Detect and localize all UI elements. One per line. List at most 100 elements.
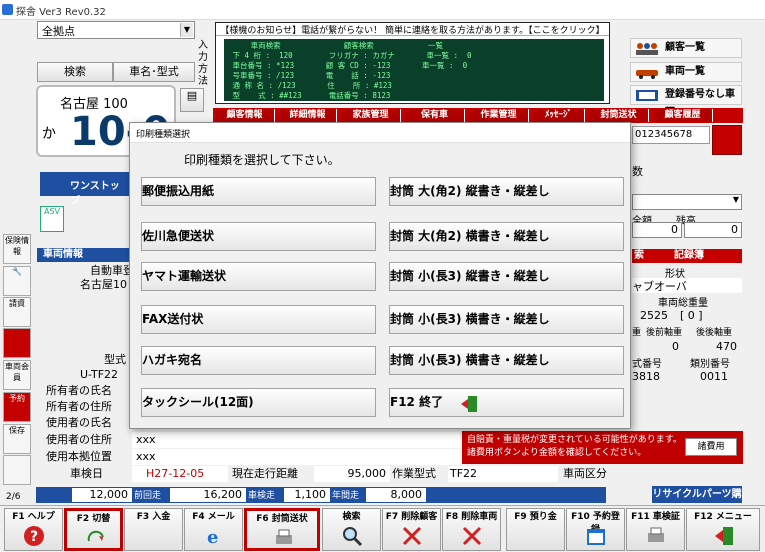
customer-list-label: 顧客一覧 [665, 42, 705, 53]
status-label-3: 車検走 [248, 491, 276, 501]
branch-select-value: 全拠点 [42, 25, 75, 38]
billing-icon[interactable]: 請資 [3, 297, 31, 327]
search-button[interactable]: 検索 [37, 62, 113, 82]
wrench-icon[interactable]: 🔧 [3, 266, 31, 296]
gross-weight-bracket: [ 0 ] [680, 309, 703, 322]
owner-address-label: 所有者の住所 [46, 400, 112, 413]
chevron-down-icon: ▼ [180, 23, 193, 37]
reservation-icon[interactable]: 予約 [3, 392, 31, 422]
tab-customer-history[interactable]: 顧客履歴 [653, 109, 713, 122]
base-location-value[interactable]: xxx [132, 449, 460, 465]
f6-envelope-button[interactable]: F6 封筒送状 [244, 508, 320, 551]
base-location-label: 使用本拠位置 [46, 450, 112, 463]
vehicle-list-button[interactable]: 車両一覧 [630, 62, 742, 82]
tab-work[interactable]: 作業管理 [469, 109, 529, 122]
yamato-slip-button[interactable]: ヤマト運輸送状 [141, 262, 376, 291]
fax-cover-button[interactable]: FAX送付状 [141, 305, 376, 334]
notice-header[interactable]: 【様機のお知らせ】電話が繋がらない！ 簡単に連絡を取る方法があります。【ここをク… [216, 23, 609, 36]
fees-button[interactable]: 諸費用 [685, 438, 737, 456]
carname-button[interactable]: 車名･型式 [113, 62, 195, 82]
rear-front-axle-label: 後前軸重 [646, 328, 683, 338]
branch-select[interactable]: 全拠点 ▼ [37, 21, 195, 39]
asv-icon[interactable]: ASV [40, 206, 64, 232]
dialog-exit-button[interactable]: F12 終了 [389, 388, 624, 417]
title-bar: 探舎 Ver3 Rev0.32 [0, 0, 765, 20]
envelope-small-vertical-button[interactable]: 封筒 小(長3) 縦書き・縦差し [389, 262, 624, 291]
envelope-small-horizontal-button[interactable]: 封筒 小(長3) 横書き・縦差し [389, 305, 624, 334]
f9-label: F9 預り金 [514, 512, 557, 522]
f8-delete-vehicle-button[interactable]: F8 削除車両 [442, 508, 501, 551]
status-value-3: 1,100 [284, 488, 330, 502]
car-icon [636, 70, 658, 79]
f2-label: F2 切替 [76, 514, 111, 524]
postcard-address-button[interactable]: ハガキ宛名 [141, 346, 376, 375]
user-address-label: 使用者の住所 [46, 433, 112, 446]
plate-icon [636, 90, 658, 101]
status-label-4: 年間走 [332, 491, 360, 501]
rear-rear-axle-label: 後後軸重 [696, 328, 733, 338]
tab-detail-info[interactable]: 詳細情報 [279, 109, 337, 122]
page-indicator: 2/6 [6, 492, 21, 502]
notice-panel[interactable]: 【様機のお知らせ】電話が繋がらない！ 簡単に連絡を取る方法があります。【ここをク… [215, 22, 610, 104]
record-tabs: 索 記録簿 [632, 249, 742, 263]
calendar-icon [587, 529, 605, 545]
envelope-large-horizontal-button[interactable]: 封筒 大(角2) 横書き・縦差し [389, 222, 624, 251]
tab-family[interactable]: 家族管理 [341, 109, 401, 122]
f2-switch-button[interactable]: F2 切替 [64, 508, 123, 551]
svg-text:e: e [207, 527, 218, 547]
alert-icon[interactable] [3, 328, 31, 358]
tab-bar: 顧客情報 詳細情報 家族管理 保有車 作業管理 ﾒｯｾｰｼﾞ 封筒送状 顧客履歴 [213, 108, 743, 123]
help-icon: ? [24, 526, 44, 546]
f11-inspection-button[interactable]: F11 車検証 [626, 508, 685, 551]
exit-icon [461, 396, 477, 412]
envelope-small-horizontal-2-button[interactable]: 封筒 小(長3) 横書き・縦差し [389, 346, 624, 375]
function-key-bar: F1 ヘルプ? F2 切替 F3 入金 F4 メール e F6 封筒送状 検索 F… [0, 505, 765, 552]
tab-customer-info[interactable]: 顧客情報 [215, 109, 275, 122]
postal-transfer-button[interactable]: 郵便振込用紙 [141, 177, 376, 206]
mileage-value[interactable]: 95,000 [314, 466, 390, 482]
sagawa-slip-button[interactable]: 佐川急便送状 [141, 222, 376, 251]
f3-deposit-button[interactable]: F3 入金 [124, 508, 183, 551]
owner-name-label: 所有者の氏名 [46, 384, 112, 397]
tack-seal-button[interactable]: タックシール(12面) [141, 388, 376, 417]
f4-mail-button[interactable]: F4 メール e [184, 508, 243, 551]
unregistered-vehicle-button[interactable]: 登録番号なし車両 [630, 85, 742, 118]
tab-message[interactable]: ﾒｯｾｰｼﾞ [533, 109, 585, 122]
printer-icon [276, 529, 292, 544]
search-fkey-button[interactable]: 検索 [322, 508, 381, 551]
customer-list-button[interactable]: 顧客一覧 [630, 38, 742, 58]
phone-field[interactable]: 012345678 [632, 126, 710, 144]
balance-value: 0 [684, 222, 742, 238]
f7-delete-customer-button[interactable]: F7 削除顧客 [382, 508, 441, 551]
f4-label: F4 メール [192, 512, 235, 522]
f1-help-button[interactable]: F1 ヘルプ? [4, 508, 63, 551]
f12-menu-button[interactable]: F12 メニュー [686, 508, 760, 551]
axle-value: 0 [672, 340, 679, 353]
inspection-value[interactable]: H27-12-05 [132, 466, 228, 482]
dialog-exit-label: F12 終了 [390, 395, 444, 409]
database-icon[interactable]: ▤ [180, 88, 204, 112]
f1-label: F1 ヘルプ [12, 512, 55, 522]
deshikura-icon[interactable] [712, 125, 742, 155]
member-icon[interactable]: 車両会員 [3, 360, 31, 390]
tab-owned-cars[interactable]: 保有車 [405, 109, 465, 122]
user-address-value[interactable]: xxx [132, 432, 460, 448]
f10-reservation-button[interactable]: F10 予約登録 [566, 508, 625, 551]
save-icon[interactable]: 保存 [3, 424, 31, 454]
folder-icon[interactable] [3, 455, 31, 485]
envelope-large-vertical-button[interactable]: 封筒 大(角2) 縦書き・縦差し [389, 177, 624, 206]
work-type-value[interactable]: TF22 [448, 466, 558, 482]
recycle-parts-button[interactable]: リサイクルパーツ購入 [652, 486, 742, 517]
insurance-icon[interactable]: 保険情報 [3, 234, 31, 264]
record-book-tab[interactable]: 記録簿 [674, 249, 704, 263]
tab-envelope[interactable]: 封筒送状 [589, 109, 649, 122]
svg-text:?: ? [30, 529, 38, 545]
shape-value: ャブオーバ [632, 278, 742, 293]
search-tab[interactable]: 索 [634, 249, 644, 263]
f7-label: F7 削除顧客 [385, 512, 438, 522]
f9-deposit-button[interactable]: F9 預り金 [506, 508, 565, 551]
one-stop-button[interactable]: ワンストップ [40, 172, 130, 207]
right-combo[interactable]: ▼ [632, 194, 742, 210]
magnifier-icon [343, 527, 363, 547]
vehicle-list-label: 車両一覧 [665, 66, 705, 77]
